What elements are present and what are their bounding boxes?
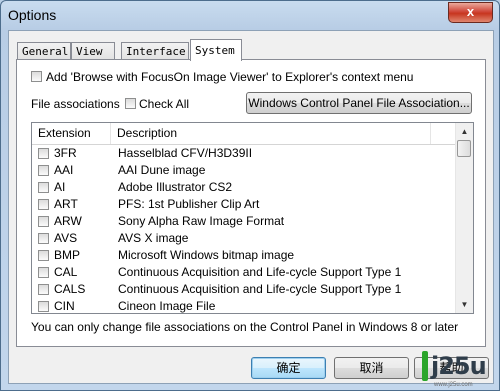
list-item[interactable]: CAL Continuous Acquisition and Life-cycle…	[32, 264, 456, 281]
row-extension: ART	[54, 197, 78, 211]
tab-view[interactable]: View	[71, 42, 115, 59]
watermark-mark	[422, 351, 428, 381]
row-checkbox[interactable]	[38, 148, 49, 159]
watermark-logo: j25u www.j25u.com	[408, 347, 498, 391]
row-description: Continuous Acquisition and Life-cycle Su…	[118, 282, 402, 296]
watermark-text: j25u	[431, 352, 487, 380]
options-window: Options x General View Interface System …	[0, 0, 500, 391]
row-description: Microsoft Windows bitmap image	[118, 248, 295, 262]
browse-option-label: Add 'Browse with FocusOn Image Viewer' t…	[46, 69, 414, 84]
close-icon: x	[466, 4, 475, 19]
scroll-up-arrow-icon[interactable]: ▲	[456, 123, 473, 140]
row-checkbox[interactable]	[38, 250, 49, 261]
list-item[interactable]: ART PFS: 1st Publisher Clip Art	[32, 196, 456, 213]
list-item[interactable]: ARW Sony Alpha Raw Image Format	[32, 213, 456, 230]
row-checkbox[interactable]	[38, 216, 49, 227]
row-extension: BMP	[54, 248, 81, 262]
row-extension: AAI	[54, 163, 74, 177]
file-association-list: Extension Description 3FR Hasselblad CFV/…	[31, 122, 474, 314]
list-item[interactable]: BMP Microsoft Windows bitmap image	[32, 247, 456, 264]
title-bar[interactable]: Options x	[1, 1, 499, 29]
list-header: Extension Description	[32, 123, 456, 145]
scrollbar-thumb[interactable]	[457, 140, 471, 157]
file-associations-label: File associations	[31, 97, 120, 111]
row-checkbox[interactable]	[38, 199, 49, 210]
row-checkbox[interactable]	[38, 165, 49, 176]
row-extension: AVS	[54, 231, 78, 245]
control-panel-note: You can only change file associations on…	[31, 320, 459, 334]
list-item[interactable]: AI Adobe Illustrator CS2	[32, 179, 456, 196]
scroll-down-arrow-icon[interactable]: ▼	[456, 296, 473, 313]
row-description: Adobe Illustrator CS2	[118, 180, 233, 194]
system-tab-panel: Add 'Browse with FocusOn Image Viewer' t…	[16, 59, 486, 347]
row-extension: CAL	[54, 265, 78, 279]
check-all-option[interactable]: Check All	[125, 96, 189, 111]
close-button[interactable]: x	[448, 2, 493, 23]
row-description: Continuous Acquisition and Life-cycle Su…	[118, 265, 402, 279]
ok-button[interactable]: 确定	[251, 357, 326, 379]
cancel-button[interactable]: 取消	[334, 357, 409, 379]
row-extension: CIN	[54, 299, 75, 313]
list-item[interactable]: CIN Cineon Image File	[32, 298, 456, 313]
column-header-description[interactable]: Description	[111, 123, 431, 144]
row-checkbox[interactable]	[38, 284, 49, 295]
row-checkbox[interactable]	[38, 301, 49, 312]
row-extension: CALS	[54, 282, 86, 296]
row-extension: AI	[54, 180, 66, 194]
watermark-url: www.j25u.com	[434, 382, 473, 388]
list-item[interactable]: 3FR Hasselblad CFV/H3D39II	[32, 145, 456, 162]
check-all-label: Check All	[139, 96, 190, 111]
list-item[interactable]: AAI AAI Dune image	[32, 162, 456, 179]
row-checkbox[interactable]	[38, 233, 49, 244]
control-panel-association-button[interactable]: Windows Control Panel File Association..…	[246, 92, 472, 114]
window-title: Options	[8, 7, 57, 23]
tab-general[interactable]: General	[17, 42, 71, 59]
list-rows: 3FR Hasselblad CFV/H3D39II AAI AAI Dune im…	[32, 145, 456, 313]
column-header-extension[interactable]: Extension	[32, 123, 111, 144]
dialog-client-area: General View Interface System Add 'Brows…	[8, 30, 494, 384]
list-item[interactable]: CALS Continuous Acquisition and Life-cycl…	[32, 281, 456, 298]
list-scrollbar[interactable]: ▲ ▼	[455, 123, 473, 313]
row-extension: ARW	[54, 214, 82, 228]
browse-option-checkbox[interactable]	[31, 71, 42, 83]
tab-interface[interactable]: Interface	[121, 42, 189, 59]
row-description: AVS X image	[118, 231, 189, 245]
list-item[interactable]: AVS AVS X image	[32, 230, 456, 247]
tab-system[interactable]: System	[190, 39, 242, 61]
row-description: Hasselblad CFV/H3D39II	[118, 146, 253, 160]
check-all-checkbox[interactable]	[125, 98, 136, 110]
row-extension: 3FR	[54, 146, 77, 160]
row-checkbox[interactable]	[38, 182, 49, 193]
row-checkbox[interactable]	[38, 267, 49, 278]
browse-option[interactable]: Add 'Browse with FocusOn Image Viewer' t…	[31, 69, 413, 84]
row-description: PFS: 1st Publisher Clip Art	[118, 197, 260, 211]
row-description: AAI Dune image	[118, 163, 206, 177]
row-description: Sony Alpha Raw Image Format	[118, 214, 285, 228]
row-description: Cineon Image File	[118, 299, 216, 313]
